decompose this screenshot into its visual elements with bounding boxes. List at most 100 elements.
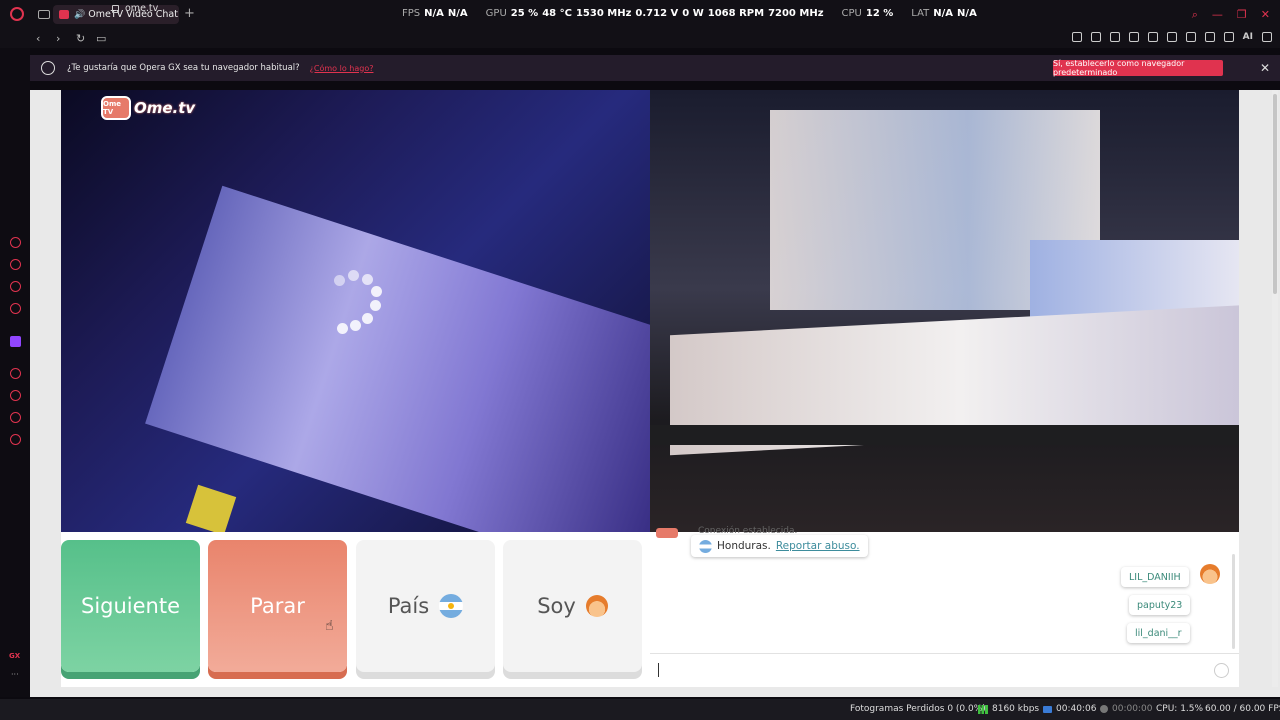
- stop-button[interactable]: Parar: [208, 540, 347, 672]
- obs-fps: 60.00 / 60.00 FPS: [1205, 704, 1280, 714]
- lock-icon: [112, 4, 119, 13]
- stranger-video: [650, 90, 1239, 532]
- hud-cpu-value: 12 %: [865, 8, 894, 19]
- hud-gpu-load: 25 %: [510, 8, 539, 19]
- sidebar-settings-icon[interactable]: [10, 434, 21, 445]
- record-time-text: 00:00:00: [1112, 704, 1153, 714]
- page-scrollbar[interactable]: [1272, 90, 1278, 687]
- bitrate-text: 8160 kbps: [992, 704, 1040, 714]
- obs-fps-text: 60.00 / 60.00 FPS: [1205, 704, 1280, 714]
- chat-panel: Conexión establecida. Honduras. Reportar…: [650, 526, 1239, 687]
- ometv-logo[interactable]: Ome TV Ome.tv: [101, 96, 195, 120]
- default-browser-notification: ¿Te gustaría que Opera GX sea tu navegad…: [30, 55, 1280, 81]
- flag-icon: [699, 539, 712, 553]
- argentina-flag-icon: [439, 594, 464, 618]
- url-text: ome.tv: [125, 3, 159, 14]
- menu-icon[interactable]: [1262, 32, 1272, 42]
- country-button[interactable]: País: [356, 540, 495, 672]
- translate-icon[interactable]: [1128, 32, 1139, 42]
- tab-switcher-icon[interactable]: [38, 9, 50, 19]
- opera-logo-icon: [41, 61, 55, 75]
- loading-spinner-icon: [326, 270, 386, 340]
- chat-message: lil_dani__r: [1127, 623, 1190, 643]
- play-icon[interactable]: [1147, 32, 1158, 42]
- sidebar-twitch-icon[interactable]: [10, 336, 21, 347]
- stop-button-label: Parar: [250, 594, 305, 618]
- report-abuse-link[interactable]: Reportar abuso.: [776, 540, 860, 552]
- extensions-icon[interactable]: [1185, 32, 1196, 42]
- country-button-label: País: [387, 594, 430, 618]
- hud-gpu-label: GPU: [485, 8, 507, 19]
- text-caret: [658, 663, 659, 677]
- url-field[interactable]: ome.tv: [112, 3, 158, 14]
- sidebar-more-icon[interactable]: ···: [11, 670, 19, 679]
- hud-gpu-mem: 7200 MHz: [768, 8, 824, 19]
- obs-status-bar: Fotogramas Perdidos 0 (0.0%) 8160 kbps 0…: [0, 699, 1280, 720]
- sidebar-history-icon[interactable]: [10, 390, 21, 401]
- camera-icon[interactable]: ▭: [96, 32, 106, 45]
- heart-icon[interactable]: [1166, 32, 1177, 42]
- bookmark-icon[interactable]: [1071, 32, 1082, 42]
- page-scrollbar-thumb[interactable]: [1273, 94, 1277, 294]
- snapshot-icon[interactable]: [1090, 32, 1101, 42]
- stream-icon: [1043, 705, 1052, 713]
- sidebar: GX ···: [0, 48, 30, 697]
- opera-gx-logo-icon[interactable]: [10, 7, 24, 21]
- next-button[interactable]: Siguiente: [61, 540, 200, 672]
- hud-gpu-fan: 1068 RPM: [707, 8, 765, 19]
- record-time: 00:00:00: [1100, 704, 1152, 714]
- download-icon[interactable]: [1223, 32, 1234, 42]
- close-notification-icon[interactable]: ✕: [1260, 61, 1270, 75]
- sidebar-player-icon[interactable]: [10, 368, 21, 379]
- dropped-frames-text: Fotogramas Perdidos 0 (0.0%): [850, 704, 986, 714]
- hud-lat-value: N/A: [933, 8, 954, 19]
- back-button[interactable]: ‹: [36, 32, 46, 45]
- record-icon: [1100, 705, 1108, 713]
- ai-button[interactable]: AI: [1243, 32, 1253, 42]
- sidebar-gx-corner-icon[interactable]: [10, 237, 21, 248]
- search-icon[interactable]: ⌕: [1192, 8, 1198, 22]
- obs-cpu: CPU: 1.5%: [1156, 704, 1203, 714]
- stream-time-text: 00:40:06: [1056, 704, 1097, 714]
- hud-fps-value: N/A: [424, 8, 444, 19]
- sidebar-gx-control-icon[interactable]: [10, 259, 21, 270]
- shield-icon[interactable]: [1109, 32, 1120, 42]
- chat-scrollbar[interactable]: [1232, 554, 1235, 649]
- account-icon[interactable]: [1204, 32, 1215, 42]
- ometv-mini-logo-icon: [656, 528, 678, 538]
- set-default-button[interactable]: Sí, establecerlo como navegador predeter…: [1053, 59, 1223, 77]
- hud-fps-value2: N/A: [447, 8, 468, 19]
- hud-gpu-temp: 48 °C: [542, 8, 572, 19]
- speaker-icon[interactable]: 🔊: [74, 10, 85, 20]
- mouse-pointer-icon: ☝: [325, 618, 334, 634]
- youtube-favicon-icon: [59, 10, 69, 19]
- maximize-icon[interactable]: ❐: [1237, 8, 1247, 22]
- window-controls: ⌕ — ❐ ✕: [1192, 8, 1270, 22]
- minimize-icon[interactable]: —: [1212, 8, 1223, 22]
- how-to-link[interactable]: ¿Cómo lo hago?: [310, 64, 374, 73]
- signal-bars-icon: [978, 704, 988, 714]
- emoji-icon[interactable]: [1214, 663, 1229, 678]
- gender-button[interactable]: Soy: [503, 540, 642, 672]
- boy-emoji-icon: [585, 595, 608, 617]
- dropped-frames: Fotogramas Perdidos 0 (0.0%): [850, 704, 986, 714]
- extension-toolbar: AI: [1071, 32, 1272, 42]
- hud-gpu-clock: 1530 MHz: [575, 8, 632, 19]
- sidebar-bookmarks-icon[interactable]: [10, 412, 21, 423]
- sidebar-music-icon[interactable]: [10, 303, 21, 314]
- own-camera-video: Ome TV Ome.tv: [61, 90, 650, 532]
- performance-hud: FPS N/A N/A GPU 25 % 48 °C 1530 MHz 0.71…: [402, 8, 977, 19]
- notification-question: ¿Te gustaría que Opera GX sea tu navegad…: [67, 63, 300, 73]
- sidebar-messenger-icon[interactable]: [10, 281, 21, 292]
- new-tab-button[interactable]: +: [184, 6, 195, 21]
- ometv-logo-text: Ome.tv: [134, 99, 196, 117]
- gender-button-label: Soy: [537, 594, 576, 618]
- reload-button[interactable]: ↻: [76, 32, 86, 45]
- obs-cpu-text: CPU: 1.5%: [1156, 704, 1204, 714]
- chat-input[interactable]: [650, 653, 1239, 687]
- forward-button[interactable]: ›: [56, 32, 66, 45]
- sidebar-gx-label: GX: [9, 652, 21, 660]
- hud-fps-label: FPS: [402, 8, 421, 19]
- bitrate: 8160 kbps: [978, 704, 1039, 714]
- close-window-icon[interactable]: ✕: [1261, 8, 1270, 22]
